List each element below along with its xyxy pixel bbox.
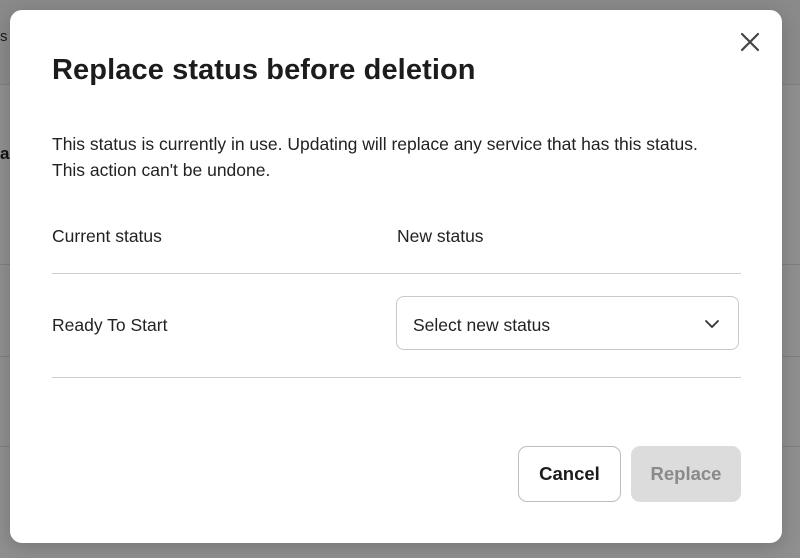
chevron-down-icon — [705, 320, 719, 328]
divider — [52, 273, 741, 274]
current-status-value: Ready To Start — [52, 315, 168, 335]
replace-status-dialog: Replace status before deletion This stat… — [10, 10, 782, 543]
dialog-title: Replace status before deletion — [52, 54, 476, 86]
new-status-header: New status — [397, 226, 484, 246]
cancel-button[interactable]: Cancel — [518, 446, 621, 502]
close-button[interactable] — [738, 30, 762, 54]
dialog-description: This status is currently in use. Updatin… — [52, 134, 698, 180]
close-icon — [740, 32, 760, 52]
new-status-select-placeholder: Select new status — [413, 315, 551, 335]
replace-button[interactable]: Replace — [631, 446, 741, 502]
new-status-select[interactable]: Select new status — [396, 296, 739, 350]
divider — [52, 377, 741, 378]
current-status-header: Current status — [52, 226, 162, 246]
